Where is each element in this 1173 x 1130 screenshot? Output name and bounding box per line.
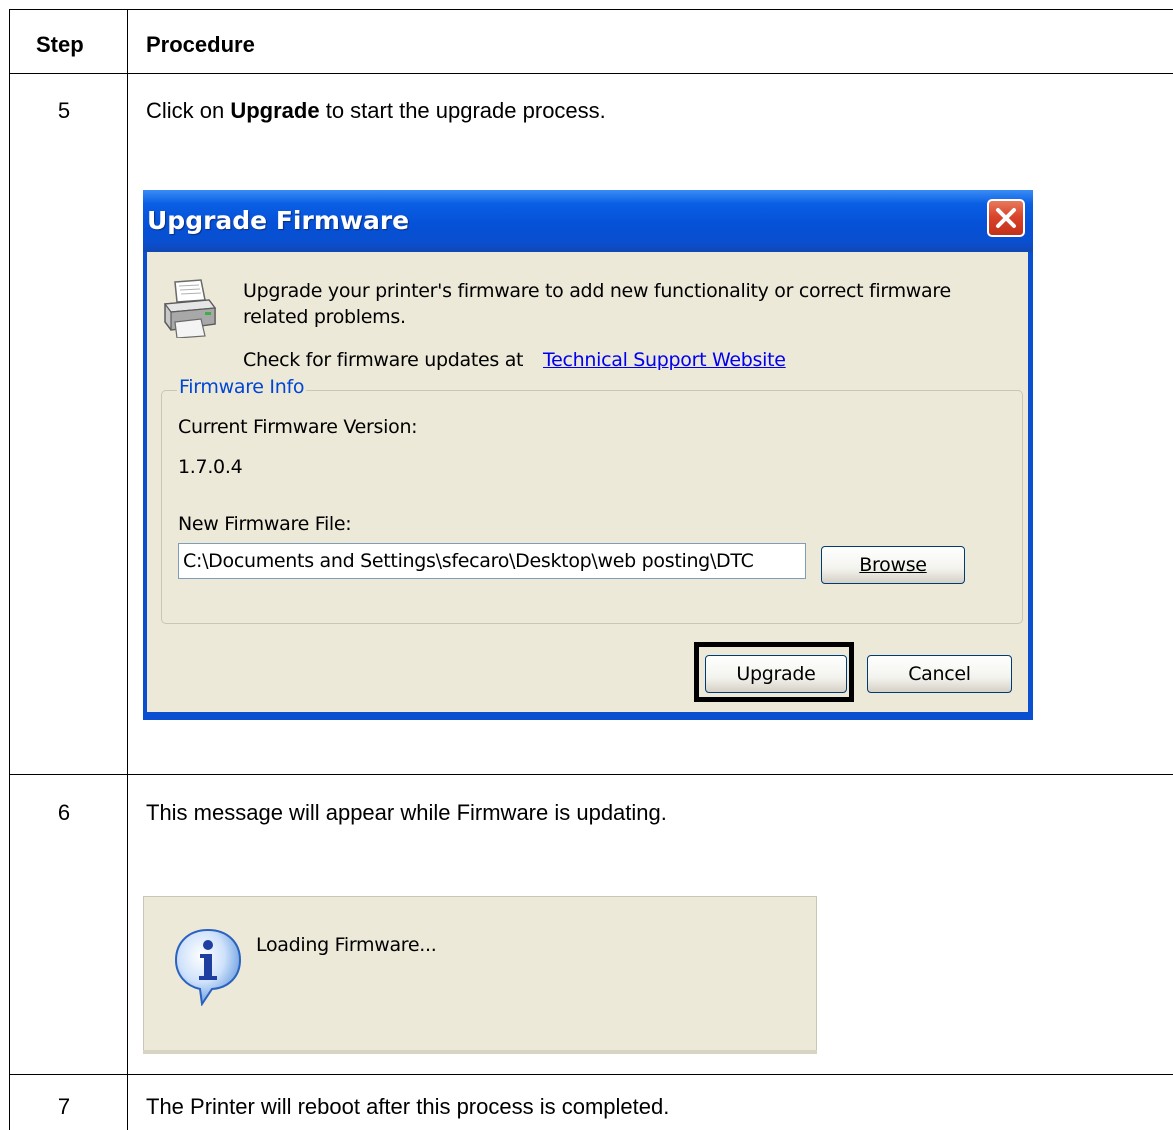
instruction-text: to start the upgrade process. [319, 98, 606, 123]
upgrade-firmware-dialog: Upgrade Firmware Upgrade your printer's … [143, 190, 1033, 720]
update-check-text: Check for firmware updates at [243, 349, 524, 371]
browse-button-label: Browse [859, 554, 927, 576]
cancel-button[interactable]: Cancel [867, 655, 1012, 693]
message-box-shadow [143, 1050, 817, 1054]
table-row-divider [9, 774, 1173, 775]
upgrade-button[interactable]: Upgrade [705, 655, 847, 693]
info-icon [174, 928, 242, 1006]
instruction-bold: Upgrade [230, 98, 320, 123]
step-instruction: Click on Upgrade to start the upgrade pr… [146, 98, 606, 124]
dialog-border [143, 252, 147, 720]
browse-button[interactable]: Browse [821, 546, 965, 584]
table-header-divider [9, 73, 1173, 74]
table-row-divider [9, 1074, 1173, 1075]
step-number: 6 [57, 800, 71, 825]
close-button[interactable] [987, 199, 1025, 237]
dialog-title: Upgrade Firmware [147, 206, 410, 235]
dialog-border [1028, 252, 1033, 720]
printer-icon [163, 279, 217, 338]
dialog-border [143, 712, 1033, 720]
new-file-label: New Firmware File: [178, 513, 352, 535]
technical-support-link[interactable]: Technical Support Website [543, 349, 786, 371]
current-version-label: Current Firmware Version: [178, 416, 418, 438]
close-icon [996, 208, 1016, 228]
firmware-file-field[interactable]: C:\Documents and Settings\sfecaro\Deskto… [178, 543, 806, 579]
step-number: 7 [57, 1094, 71, 1119]
dialog-description: related problems. [243, 306, 406, 328]
table-border-left [9, 9, 10, 1130]
step-number: 5 [57, 98, 71, 123]
current-version-value: 1.7.0.4 [178, 456, 243, 478]
firmware-info-label: Firmware Info [177, 376, 307, 398]
header-step: Step [36, 32, 84, 57]
step-instruction: This message will appear while Firmware … [146, 800, 667, 825]
header-procedure: Procedure [146, 32, 255, 57]
instruction-text: Click on [146, 98, 231, 123]
dialog-description: Upgrade your printer's firmware to add n… [243, 280, 951, 302]
dialog-titlebar[interactable]: Upgrade Firmware [143, 190, 1033, 252]
table-column-divider [127, 9, 128, 1130]
loading-message-text: Loading Firmware... [256, 934, 437, 956]
table-border-top [9, 9, 1173, 10]
loading-message-box [143, 896, 817, 1054]
step-instruction: The Printer will reboot after this proce… [146, 1094, 670, 1119]
